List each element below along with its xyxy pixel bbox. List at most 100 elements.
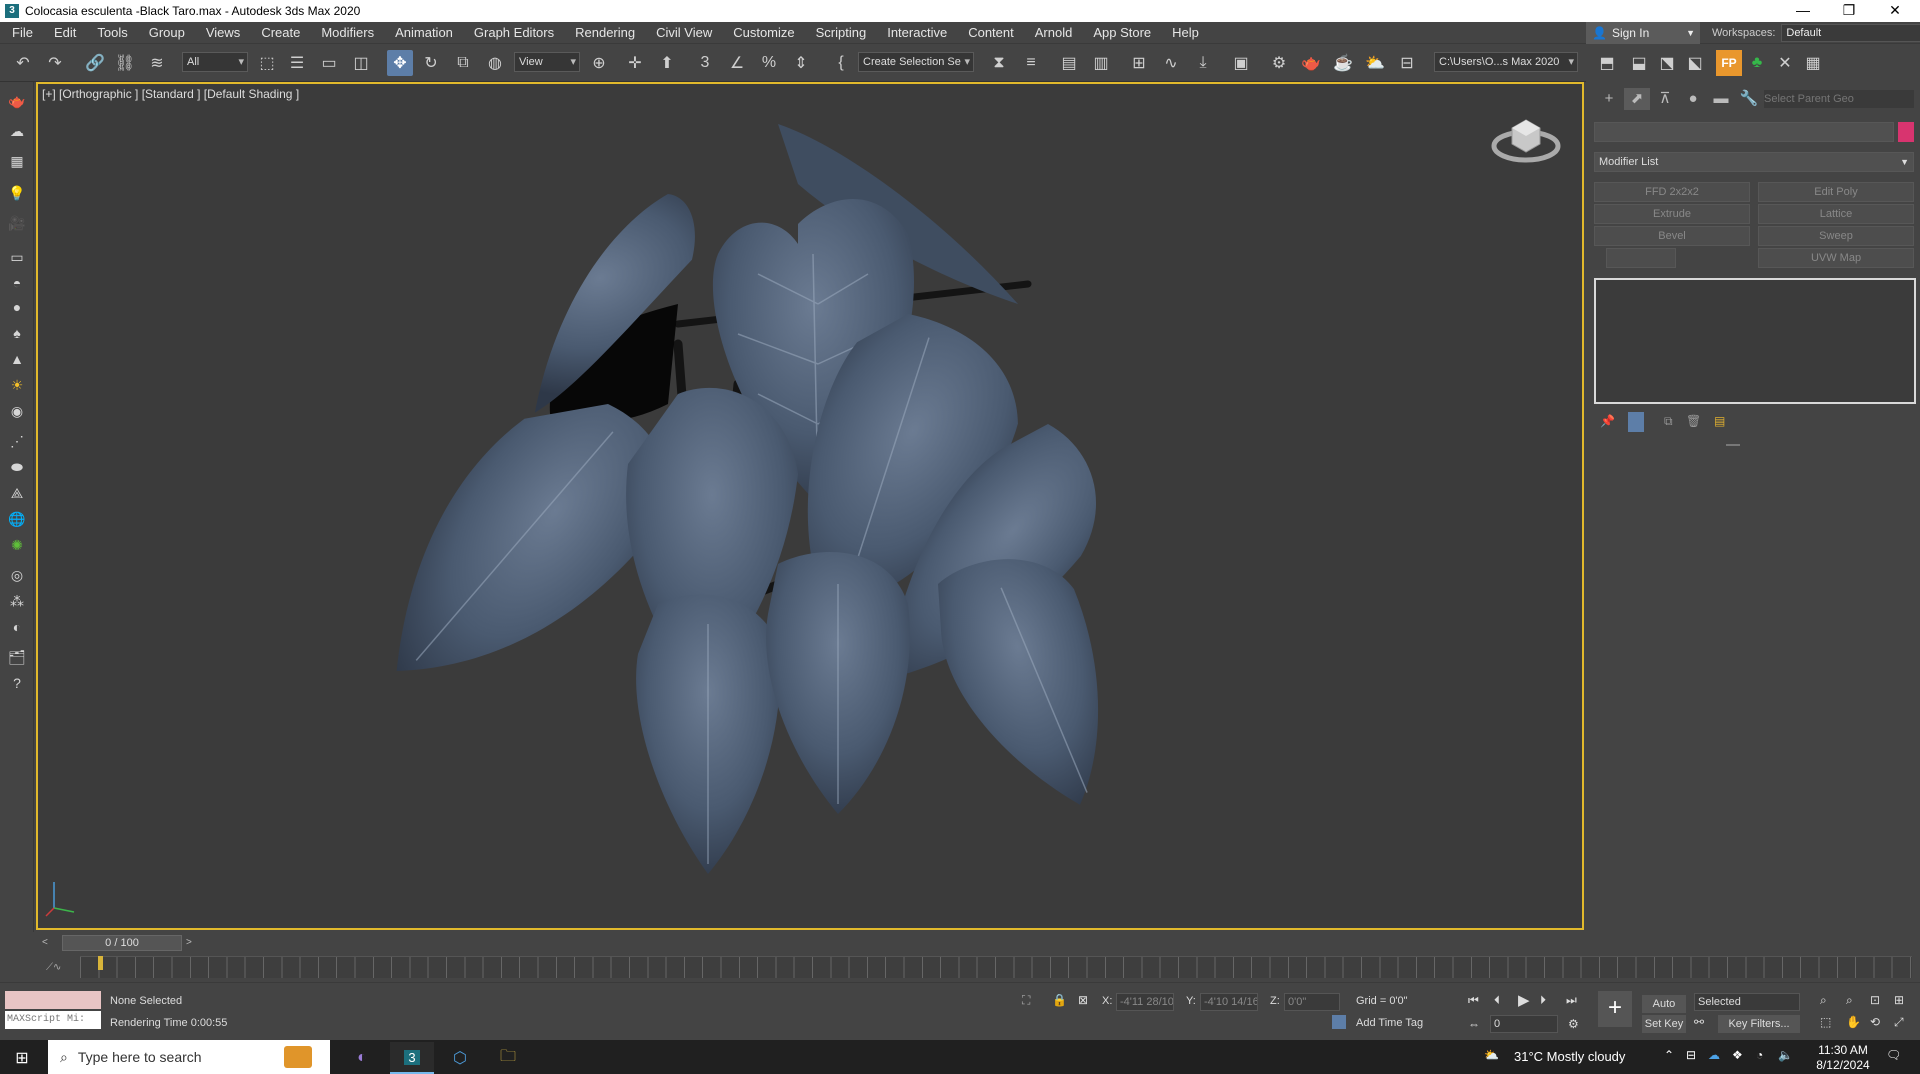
- redo-icon[interactable]: ↷: [42, 50, 68, 76]
- modifier-stack[interactable]: [1594, 278, 1916, 404]
- modifier-uvw-map-button[interactable]: UVW Map: [1758, 248, 1914, 268]
- menu-interactive[interactable]: Interactive: [875, 25, 956, 40]
- zoom-extents-all-icon[interactable]: ⊞: [1894, 993, 1904, 1007]
- snaps-toggle-icon[interactable]: 3: [692, 50, 718, 76]
- weather-text[interactable]: 31°C Mostly cloudy: [1514, 1049, 1625, 1064]
- menu-graph-editors[interactable]: Graph Editors: [462, 25, 563, 40]
- viewport-orthographic[interactable]: [+] [Orthographic ] [Standard ] [Default…: [36, 82, 1584, 930]
- help-icon[interactable]: ?: [5, 672, 29, 694]
- align-icon[interactable]: ≡: [1018, 50, 1044, 76]
- taskbar-app-icon[interactable]: ⬡: [438, 1042, 482, 1074]
- mirror-icon[interactable]: ⧗: [986, 50, 1012, 76]
- clock-time[interactable]: 11:30 AM: [1808, 1043, 1878, 1057]
- zoom-extents-icon[interactable]: ⊡: [1870, 993, 1880, 1007]
- go-to-end-icon[interactable]: ⏭: [1566, 993, 1577, 1008]
- weather-icon[interactable]: ⛅: [1484, 1048, 1499, 1062]
- layer-explorer-icon[interactable]: ▥: [1088, 50, 1114, 76]
- key-filters-button[interactable]: Key Filters...: [1718, 1015, 1800, 1033]
- mesh-icon[interactable]: ⟁: [5, 482, 29, 504]
- color-palette-icon[interactable]: ⁂: [5, 590, 29, 612]
- maxscript-mini-listener[interactable]: MAXScript Mi:: [5, 1011, 101, 1029]
- go-to-start-icon[interactable]: ⏮: [1468, 993, 1479, 1008]
- onedrive-icon[interactable]: ☁: [1708, 1048, 1720, 1062]
- key-filter-icon[interactable]: ⚯: [1694, 1015, 1704, 1029]
- globe-icon[interactable]: 🌐: [5, 508, 29, 530]
- tools-icon[interactable]: ✕: [1772, 50, 1798, 76]
- remove-modifier-icon[interactable]: 🗑: [1686, 414, 1701, 428]
- menu-group[interactable]: Group: [137, 25, 194, 40]
- select-and-move-icon[interactable]: ✥: [387, 50, 413, 76]
- render-in-cloud-icon[interactable]: ⛅: [1362, 50, 1388, 76]
- sphere-icon[interactable]: ●: [5, 296, 29, 318]
- menu-modifiers[interactable]: Modifiers: [309, 25, 383, 40]
- modifier-ffd-button[interactable]: FFD 2x2x2: [1594, 182, 1750, 202]
- a360-gallery-icon[interactable]: ⊟: [1394, 50, 1420, 76]
- menu-file[interactable]: File: [0, 25, 42, 40]
- bind-space-warp-icon[interactable]: ≋: [144, 50, 170, 76]
- menu-scripting[interactable]: Scripting: [804, 25, 876, 40]
- grid-icon[interactable]: ⋰: [5, 430, 29, 452]
- plant-icon[interactable]: ♠: [5, 322, 29, 344]
- render-icon[interactable]: ▦: [5, 150, 29, 172]
- dropbox-icon[interactable]: ❖: [1732, 1048, 1743, 1062]
- previous-frame-icon[interactable]: <: [42, 937, 48, 948]
- track-bar[interactable]: [80, 956, 1912, 978]
- set-key-big-icon[interactable]: +: [1598, 991, 1632, 1027]
- spinner-snap-icon[interactable]: ⇕: [788, 50, 814, 76]
- modifier-edit-poly-button[interactable]: Edit Poly: [1758, 182, 1914, 202]
- project-folder-select[interactable]: C:\Users\O...s Max 2020: [1434, 52, 1578, 72]
- railclone-icon[interactable]: ♣: [1744, 50, 1770, 76]
- maxscript-listener-top[interactable]: [5, 991, 101, 1009]
- z-coordinate[interactable]: 0'0": [1284, 993, 1340, 1011]
- play-icon[interactable]: ▶: [1518, 991, 1530, 1009]
- time-slider-handle[interactable]: 0 / 100: [62, 935, 182, 951]
- time-configuration-icon[interactable]: ⚙: [1568, 1017, 1579, 1031]
- cone-icon[interactable]: ▲: [5, 348, 29, 370]
- taskbar-3dsmax-icon[interactable]: 3: [390, 1042, 434, 1074]
- menu-create[interactable]: Create: [249, 25, 309, 40]
- utilities-tab-icon[interactable]: 🔧: [1736, 88, 1762, 110]
- angle-snap-icon[interactable]: ∠: [724, 50, 750, 76]
- previous-key-icon[interactable]: ⏴: [1494, 993, 1500, 1008]
- menu-civil-view[interactable]: Civil View: [644, 25, 721, 40]
- select-and-scale-icon[interactable]: ⧉: [450, 50, 476, 76]
- modifier-list-select[interactable]: Modifier List ▼: [1594, 152, 1914, 172]
- dome-icon[interactable]: ◓: [5, 272, 29, 294]
- parent-geo-search[interactable]: [1764, 90, 1914, 108]
- render-production-icon[interactable]: ☕: [1330, 50, 1356, 76]
- windows-start-icon[interactable]: ⊞: [0, 1042, 44, 1074]
- curve-editor-icon[interactable]: ∿: [1158, 50, 1184, 76]
- make-unique-icon[interactable]: ⧉: [1664, 414, 1673, 429]
- modifier-lattice-button[interactable]: Lattice: [1758, 204, 1914, 224]
- motion-tab-icon[interactable]: ●: [1680, 88, 1706, 110]
- pivot-center-icon[interactable]: ⊕: [586, 50, 612, 76]
- app-browser-icon[interactable]: ◐: [340, 1042, 384, 1074]
- modifier-extrude-button[interactable]: Extrude: [1594, 204, 1750, 224]
- auto-key-button[interactable]: Auto Key: [1642, 995, 1686, 1028]
- spreadsheet-icon[interactable]: ▦: [1800, 50, 1826, 76]
- cloud-icon[interactable]: ☁: [5, 120, 29, 142]
- camera-icon[interactable]: 🎥: [5, 212, 29, 234]
- edit-named-selection-icon[interactable]: {: [828, 50, 854, 76]
- schematic-view-icon[interactable]: ⤓: [1190, 50, 1216, 76]
- set-key-button[interactable]: Set Key: [1642, 1015, 1686, 1033]
- select-object-icon[interactable]: ⬚: [254, 50, 280, 76]
- select-and-rotate-icon[interactable]: ↻: [418, 50, 444, 76]
- named-selection-set-select[interactable]: Create Selection Se: [858, 52, 974, 72]
- zoom-icon[interactable]: ⌕: [1820, 993, 1827, 1008]
- sun-icon[interactable]: ☀: [5, 374, 29, 396]
- create-tab-icon[interactable]: +: [1596, 88, 1622, 110]
- rendered-frame-window-icon[interactable]: 🫖: [1298, 50, 1324, 76]
- orbit-icon[interactable]: ⟲: [1870, 1015, 1880, 1029]
- tray-app-icon[interactable]: ⊟: [1686, 1048, 1696, 1062]
- field-of-view-icon[interactable]: ⬚: [1820, 1015, 1831, 1029]
- capsule-icon[interactable]: ⬬: [5, 456, 29, 478]
- taskbar-search[interactable]: ⌕ Type here to search: [48, 1040, 330, 1074]
- file-explorer-icon[interactable]: 🗀: [486, 1042, 530, 1074]
- menu-animation[interactable]: Animation: [383, 25, 462, 40]
- add-time-tag[interactable]: Add Time Tag: [1356, 1017, 1423, 1029]
- menu-app-store[interactable]: App Store: [1081, 25, 1160, 40]
- next-frame-icon[interactable]: >: [186, 937, 192, 948]
- keyboard-shortcut-override-icon[interactable]: ⬆: [654, 50, 680, 76]
- scene-explorer-icon[interactable]: ▤: [1056, 50, 1082, 76]
